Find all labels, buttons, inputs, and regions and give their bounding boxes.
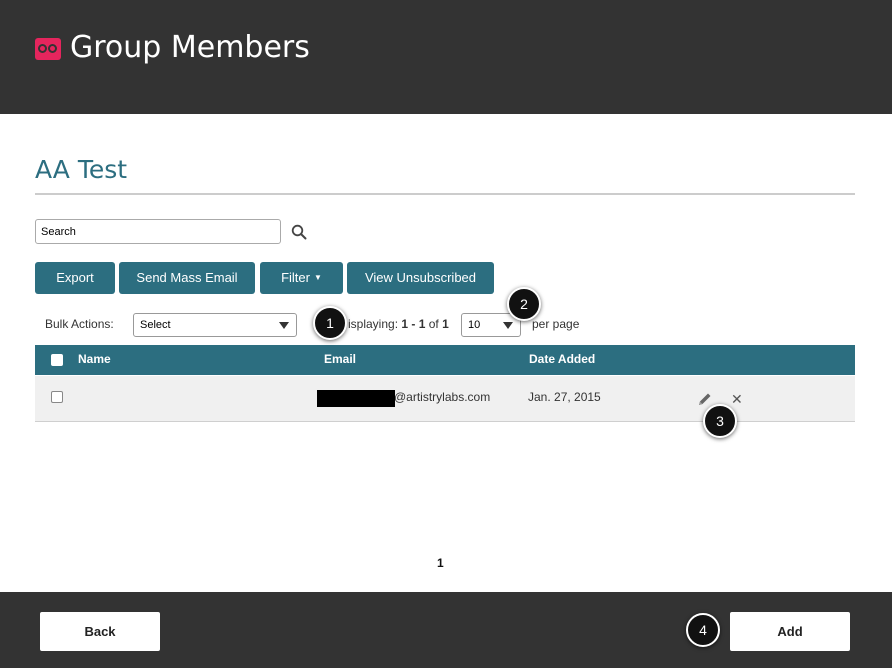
view-unsubscribed-button[interactable]: View Unsubscribed [347,262,494,294]
app-title: Group Members [70,30,310,65]
dropdown-arrow-icon [279,322,289,329]
search-icon[interactable] [291,224,307,240]
footer-bar: Back Add [0,592,892,668]
callout-badge-1: 1 [313,306,347,340]
per-page-value: 10 [468,319,481,331]
row-checkbox[interactable] [51,391,63,403]
row-email: @artistrylabs.com [394,390,491,404]
search-input[interactable] [35,219,281,244]
bulk-actions-select[interactable]: Select [133,313,297,337]
close-delete-icon[interactable]: ✕ [731,391,743,407]
bulk-actions-label: Bulk Actions: [45,317,114,331]
row-date-added: Jan. 27, 2015 [528,390,601,404]
callout-badge-2: 2 [507,287,541,321]
column-header-email[interactable]: Email [324,352,356,366]
app-header: Group Members [0,0,892,114]
callout-badge-4: 4 [686,613,720,647]
filter-button-label: Filter [281,270,310,285]
back-button[interactable]: Back [40,612,160,651]
infinity-logo-icon [35,38,61,60]
title-divider [35,193,855,195]
filter-button[interactable]: Filter ▼ [260,262,343,294]
displaying-of: of [425,317,443,331]
dropdown-arrow-icon [503,322,513,329]
redaction-block [317,390,395,407]
bulk-actions-selected-value: Select [140,319,171,331]
per-page-label: per page [532,317,580,331]
callout-badge-3: 3 [703,404,737,438]
page-title: AA Test [35,155,128,184]
displaying-prefix: isplaying: [348,317,402,331]
export-button[interactable]: Export [35,262,115,294]
send-mass-email-button[interactable]: Send Mass Email [119,262,255,294]
select-all-checkbox[interactable] [51,354,63,366]
caret-down-icon: ▼ [313,273,322,282]
add-button[interactable]: Add [730,612,850,651]
column-header-name[interactable]: Name [78,352,111,366]
pencil-edit-icon[interactable] [697,391,713,407]
displaying-summary: isplaying: 1 - 1 of 1 [348,317,449,331]
column-header-date-added[interactable]: Date Added [529,352,595,366]
pagination-current-page[interactable]: 1 [437,556,444,570]
displaying-range: 1 - 1 [401,317,426,331]
table-header: Name Email Date Added [35,345,855,375]
displaying-total: 1 [442,317,449,331]
